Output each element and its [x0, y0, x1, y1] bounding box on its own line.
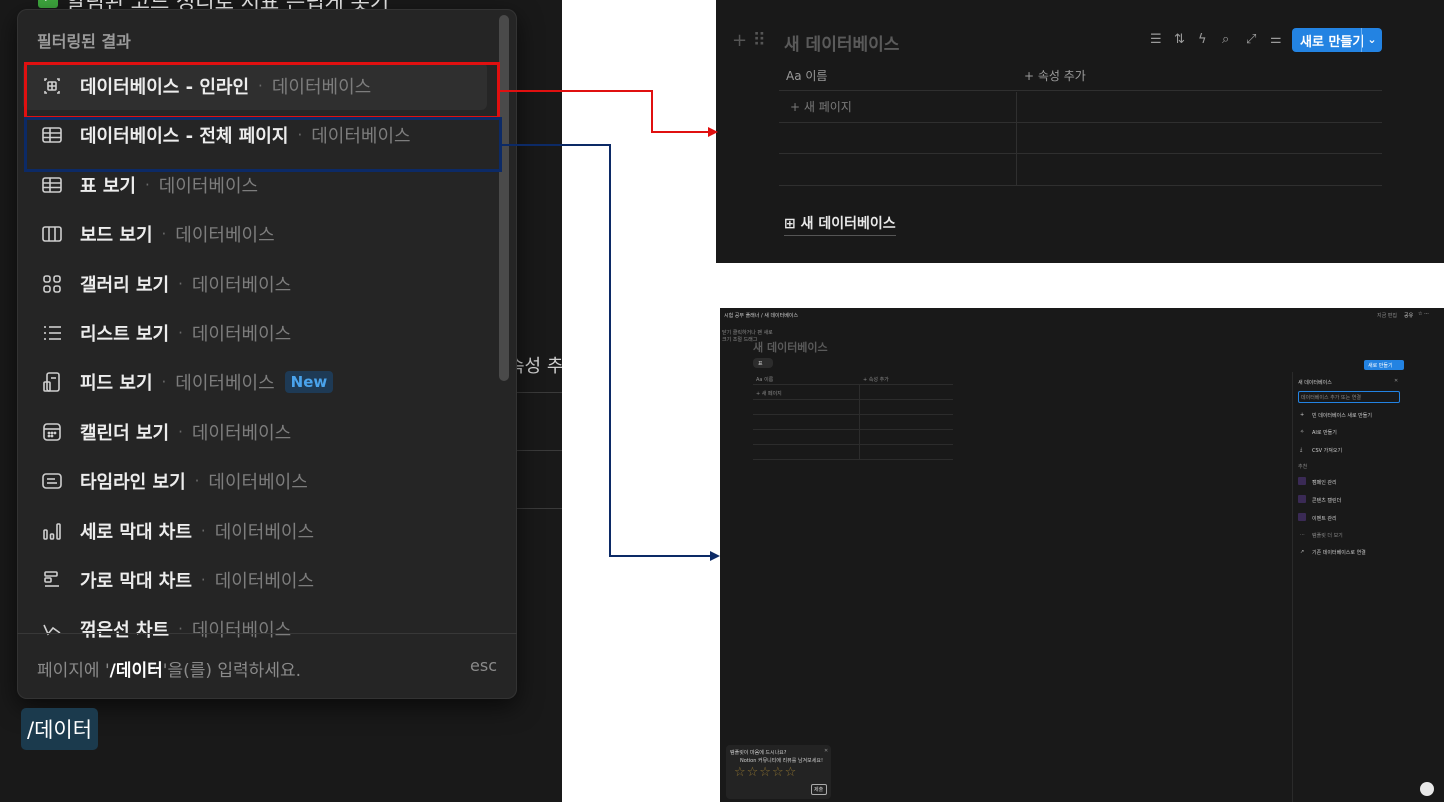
red-arrow — [500, 90, 710, 133]
navy-arrow — [502, 144, 710, 557]
navy-arrowhead — [710, 551, 720, 561]
red-arrowhead — [708, 127, 718, 137]
connector-arrows — [500, 90, 720, 561]
